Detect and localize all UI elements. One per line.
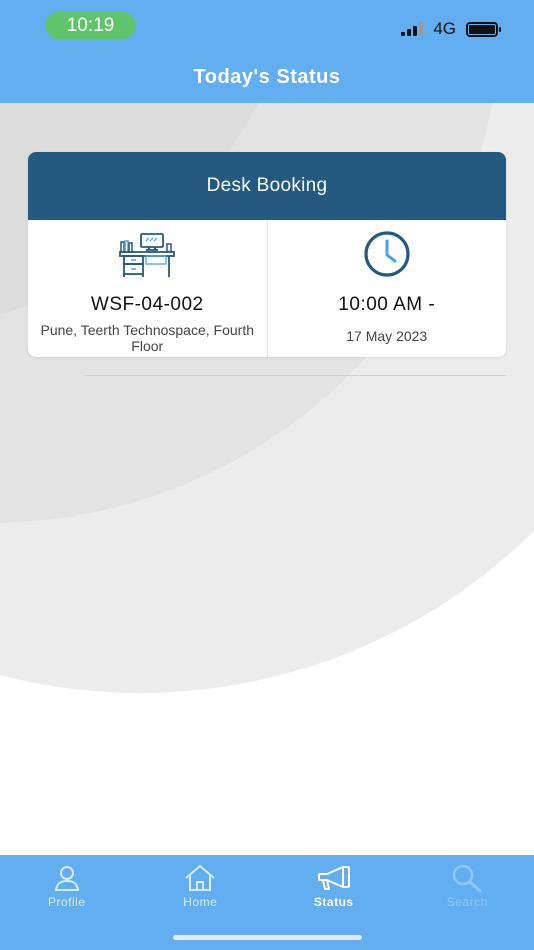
desk-location: Pune, Teerth Technospace, Fourth Floor	[40, 322, 254, 354]
network-type: 4G	[433, 19, 456, 38]
status-bar-indicators: 4G	[401, 18, 501, 40]
page-title: Today's Status	[193, 66, 341, 88]
home-icon	[185, 865, 215, 891]
desk-icon	[119, 230, 176, 280]
tab-home-label: Home	[183, 895, 218, 909]
search-icon	[453, 864, 482, 892]
profile-icon	[54, 866, 79, 891]
app-header: 10:19 4G Today's Status	[0, 0, 534, 103]
card-title: Desk Booking	[28, 152, 506, 220]
desk-info: WSF-04-002 Pune, Teerth Technospace, Fou…	[28, 220, 268, 357]
tab-status-label: Status	[313, 895, 354, 909]
home-indicator[interactable]	[173, 935, 362, 940]
battery-icon	[466, 21, 501, 37]
status-icon	[317, 866, 350, 890]
time-info: 10:00 AM - 17 May 2023	[268, 220, 507, 357]
tab-profile[interactable]: Profile	[0, 855, 134, 950]
tab-profile-label: Profile	[47, 895, 86, 909]
signal-icon	[401, 22, 424, 36]
desk-booking-card[interactable]: Desk Booking WSF-04-002 Pune, Teerth Tec…	[28, 152, 506, 357]
clock-icon	[359, 230, 415, 280]
tab-search-label: Search	[446, 895, 488, 909]
desk-code: WSF-04-002	[90, 294, 204, 315]
separator-line	[84, 375, 506, 376]
tab-search[interactable]: Search	[401, 855, 534, 950]
status-bar-time: 10:19	[45, 12, 136, 39]
booking-time: 10:00 AM -	[338, 294, 436, 315]
booking-date: 17 May 2023	[346, 328, 428, 344]
